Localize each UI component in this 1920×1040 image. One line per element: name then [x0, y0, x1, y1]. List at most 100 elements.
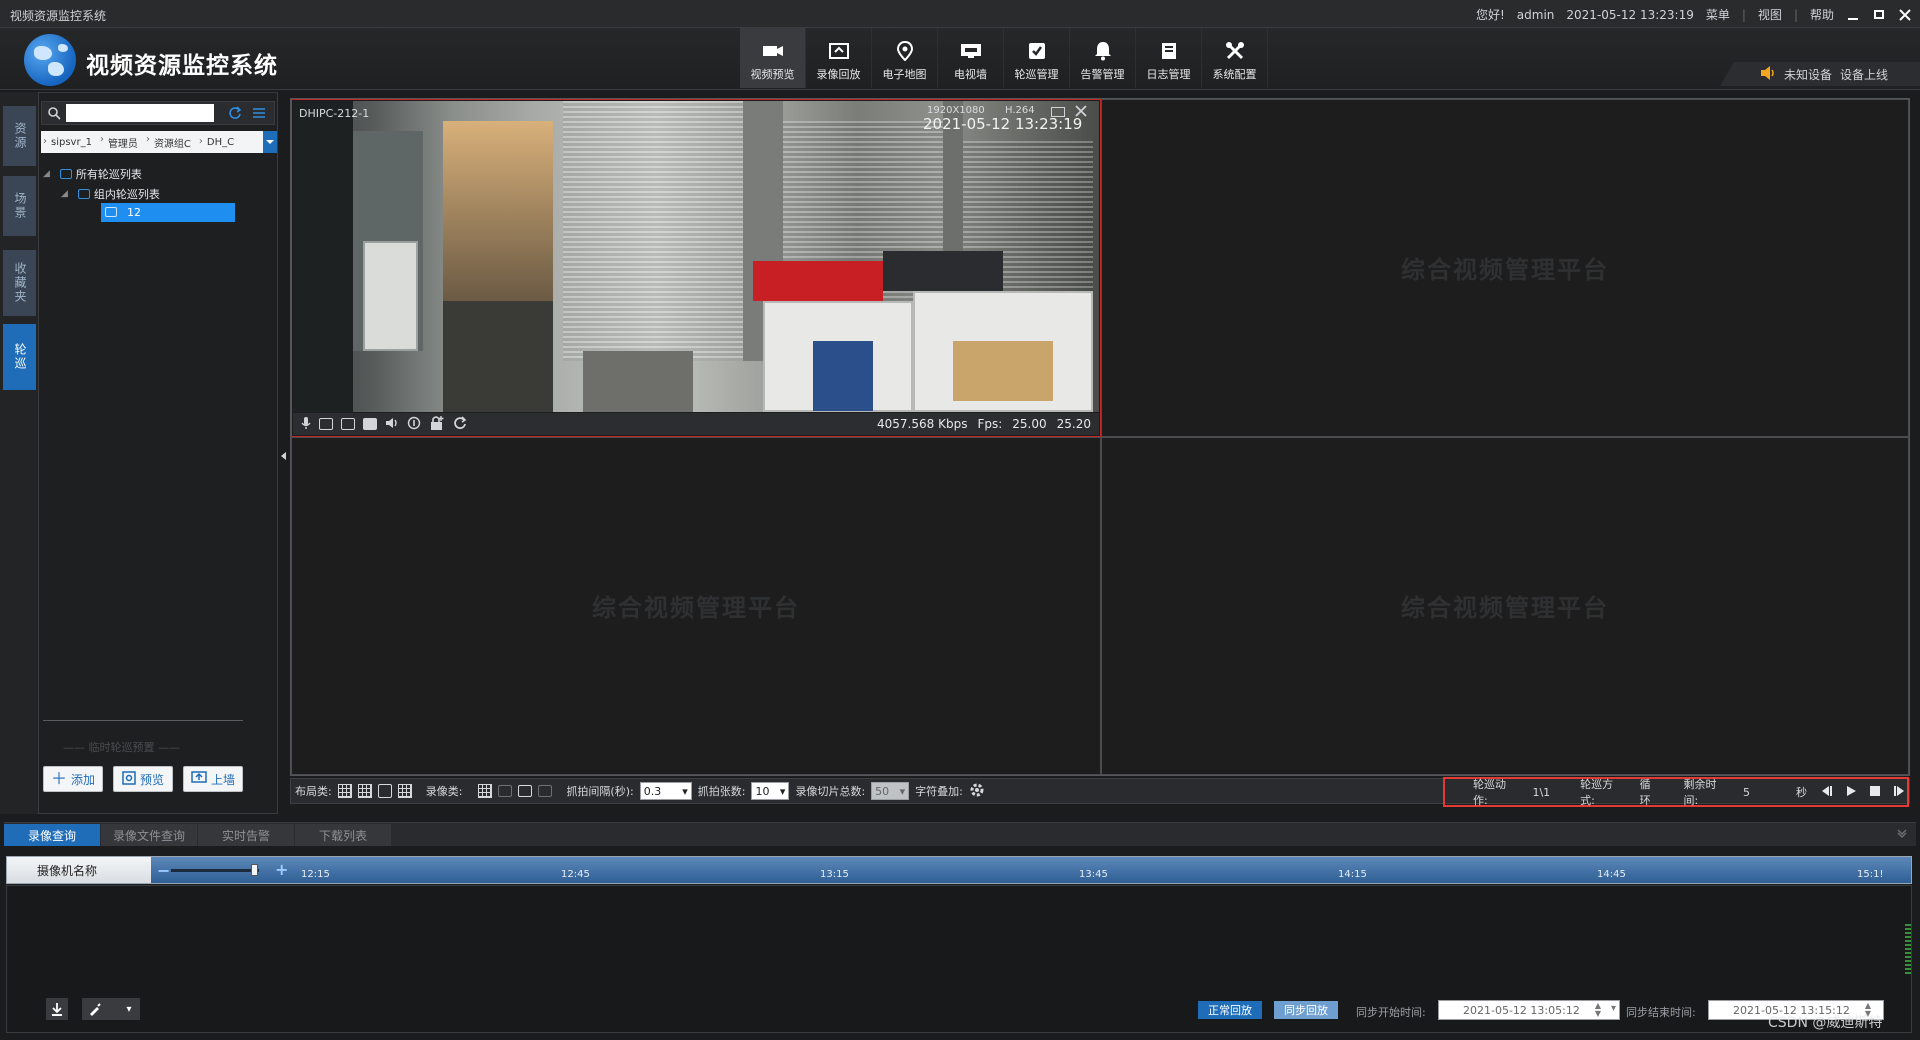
tour-stop-icon[interactable]	[1869, 785, 1881, 800]
nav-alarm-manage[interactable]: 告警管理	[1070, 28, 1136, 88]
rail-tab-resources[interactable]: 资源	[3, 106, 36, 166]
refresh-stream-icon[interactable]	[453, 415, 467, 433]
sync-start-field[interactable]: 2021-05-12 13:05:12 ▲ ▼ ▾	[1438, 1000, 1620, 1020]
time-tick: 12:45	[561, 869, 590, 880]
video-pane-3[interactable]: 综合视频管理平台	[291, 437, 1101, 775]
breadcrumb-item[interactable]: 管理员	[98, 134, 144, 150]
close-pane-icon[interactable]	[1075, 105, 1087, 120]
refresh-icon[interactable]	[228, 106, 242, 123]
maximize-pane-icon[interactable]	[1051, 107, 1065, 117]
main-nav: 视频预览 录像回放 电子地图 电视墙 轮巡管理 告警管理 日志管理 系统配置	[740, 28, 1268, 88]
record-grid-icon[interactable]	[478, 784, 493, 798]
folder-icon	[59, 169, 72, 179]
snapshot-interval-select[interactable]: 0.3 ▾	[639, 782, 692, 800]
nav-video-preview[interactable]: 视频预览	[740, 28, 806, 88]
device-status-bar: 未知设备 设备上线	[1720, 62, 1920, 86]
spinner-icon[interactable]: ▲ ▼	[1595, 1002, 1601, 1018]
nav-label: 电视墙	[954, 68, 987, 81]
nav-playback[interactable]: 录像回放	[806, 28, 872, 88]
tab-download-list[interactable]: 下载列表	[295, 824, 391, 846]
nav-tv-wall[interactable]: 电视墙	[938, 28, 1004, 88]
maximize-icon[interactable]	[1872, 8, 1886, 22]
calendar-dropdown-icon[interactable]: ▾	[1611, 1003, 1616, 1014]
volume-icon[interactable]	[385, 417, 399, 432]
video-pane-1[interactable]: DHIPC-212-1 1920X1080 H.264 2021-05-12 1…	[291, 99, 1101, 437]
wall-button-label: 上墙	[210, 772, 235, 787]
menu-item-help[interactable]: 帮助	[1810, 6, 1834, 23]
tour-play-icon[interactable]	[1845, 785, 1857, 800]
collapse-panel-icon[interactable]	[281, 452, 286, 460]
nav-e-map[interactable]: 电子地图	[872, 28, 938, 88]
zoom-slider[interactable]	[171, 864, 259, 876]
menu-item-menu[interactable]: 菜单	[1706, 6, 1730, 23]
microphone-icon[interactable]	[301, 416, 311, 433]
normal-playback-button[interactable]: 正常回放	[1198, 1001, 1262, 1019]
rail-tab-tour[interactable]: 轮巡	[3, 324, 36, 390]
tour-mode-value: 循环	[1639, 778, 1651, 807]
gear-icon[interactable]	[969, 782, 985, 801]
breadcrumb-dropdown-icon[interactable]	[263, 131, 277, 153]
timeline-ruler[interactable]: − + 12:15 12:45 13:15 13:45 14:15 14:45 …	[151, 857, 1911, 883]
ptz-lock-icon[interactable]	[429, 415, 445, 434]
tab-record-file-query[interactable]: 录像文件查询	[101, 824, 197, 846]
rail-tab-favorites[interactable]: 收藏夹	[3, 250, 36, 316]
folder-icon	[77, 189, 90, 199]
video-pane-2[interactable]: 综合视频管理平台	[1101, 99, 1909, 437]
preview-button[interactable]: 预览	[113, 766, 173, 792]
tour-prev-icon[interactable]	[1819, 785, 1833, 800]
tab-record-query[interactable]: 录像查询	[4, 824, 100, 846]
add-button[interactable]: ＋ 添加	[43, 766, 103, 792]
layout-custom-icon[interactable]	[397, 784, 412, 798]
layout-grid-9-icon[interactable]	[337, 784, 352, 798]
video-toolbar: 4057.568 Kbps Fps: 25.00 25.20	[293, 413, 1099, 435]
nav-log-manage[interactable]: 日志管理	[1136, 28, 1202, 88]
unknown-device-label: 未知设备	[1784, 67, 1833, 82]
scroll-indicator[interactable]	[1905, 924, 1911, 974]
search-input[interactable]	[66, 104, 214, 122]
greeting: 您好!	[1475, 8, 1505, 22]
put-on-wall-button[interactable]: 上墙	[183, 766, 243, 792]
tree-node-selected[interactable]: 12	[101, 203, 235, 222]
breadcrumb-item[interactable]: 资源组C	[144, 134, 197, 150]
info-icon[interactable]	[407, 416, 421, 433]
breadcrumb-item[interactable]: DH_C	[197, 136, 240, 148]
zoom-slider-handle[interactable]	[251, 864, 258, 876]
tour-next-icon[interactable]	[1893, 785, 1907, 800]
collapse-bottom-icon[interactable]	[1896, 827, 1908, 842]
record-icon[interactable]	[363, 418, 377, 430]
select-value: 0.3	[643, 784, 662, 798]
tab-realtime-alarm[interactable]: 实时告警	[198, 824, 294, 846]
rail-tab-scenes[interactable]: 场景	[3, 176, 36, 236]
menu-item-view[interactable]: 视图	[1758, 6, 1782, 23]
close-icon[interactable]	[1898, 8, 1912, 22]
layout-grid-16-icon[interactable]	[357, 784, 372, 798]
record-split-icon[interactable]	[518, 785, 533, 797]
chevron-down-icon: ▾	[899, 784, 906, 798]
breadcrumb-item[interactable]: sipsvr_1	[41, 136, 98, 148]
title-bar-right: 您好! admin 2021-05-12 13:23:19 菜单 | 视图 | …	[1476, 6, 1912, 23]
multi-snapshot-icon[interactable]	[341, 418, 355, 430]
download-icon[interactable]	[46, 998, 68, 1020]
platform-watermark: 综合视频管理平台	[1401, 256, 1609, 284]
sync-playback-button[interactable]: 同步回放	[1274, 1001, 1338, 1019]
device-online-label: 设备上线	[1840, 67, 1889, 82]
zoom-out-icon[interactable]: −	[157, 861, 170, 880]
edit-dropdown-icon[interactable]: ▾	[118, 998, 140, 1020]
snapshot-icon[interactable]	[319, 418, 333, 430]
tree-node-all-tours[interactable]: ◢ 所有轮巡列表	[43, 165, 142, 183]
video-pane-4[interactable]: 综合视频管理平台	[1101, 437, 1909, 775]
tree-node-group-tours[interactable]: ◢ 组内轮巡列表	[61, 185, 160, 203]
bitrate-value: 4057.568 Kbps	[877, 417, 968, 431]
nav-label: 日志管理	[1146, 68, 1191, 81]
edit-tool-icon[interactable]	[82, 998, 118, 1020]
list-icon[interactable]	[252, 107, 266, 122]
zoom-in-icon[interactable]: +	[275, 860, 288, 879]
layout-fullscreen-icon[interactable]	[377, 784, 392, 798]
snapshot-count-select[interactable]: 10 ▾	[751, 782, 790, 800]
nav-label: 电子地图	[882, 68, 927, 81]
nav-tour-manage[interactable]: 轮巡管理	[1004, 28, 1070, 88]
tree-label: 12	[127, 205, 141, 219]
left-rail: 资源 场景 收藏夹 轮巡	[0, 92, 38, 814]
minimize-icon[interactable]	[1846, 8, 1860, 22]
nav-system-config[interactable]: 系统配置	[1202, 28, 1268, 88]
